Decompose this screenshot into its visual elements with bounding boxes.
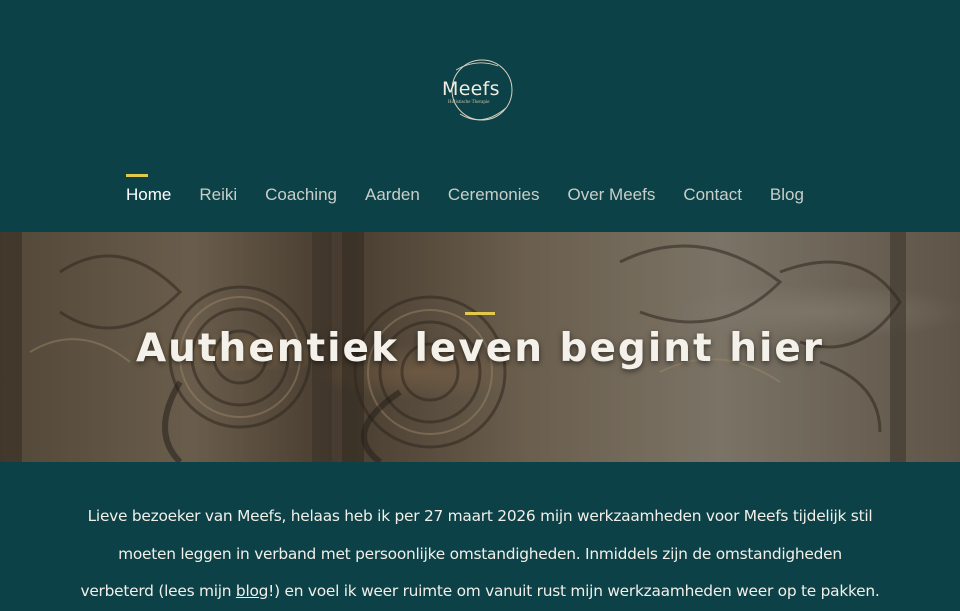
intro-line-3: verbeterd (lees mijn blog!) en voel ik w… <box>40 573 920 611</box>
nav-active-indicator <box>126 174 148 177</box>
nav-item-reiki[interactable]: Reiki <box>185 174 251 214</box>
intro-line-2: moeten leggen in verband met persoonlijk… <box>118 544 842 563</box>
nav-item-aarden[interactable]: Aarden <box>351 174 434 214</box>
nav-item-label: Aarden <box>364 185 420 204</box>
nav-item-label: Contact <box>683 185 742 204</box>
nav-item-coaching[interactable]: Coaching <box>251 174 351 214</box>
site-header: Meefs Holistische Therapie Home Reiki Co… <box>0 0 960 232</box>
intro-line-3-start: verbeterd (lees mijn <box>80 582 236 600</box>
nav-item-blog[interactable]: Blog <box>756 174 818 214</box>
nav-item-label: Coaching <box>265 185 337 204</box>
nav-item-label: Blog <box>769 185 804 204</box>
logo-name: Meefs <box>442 78 500 100</box>
nav-item-label: Over Meefs <box>567 185 656 204</box>
hero-accent-bar <box>465 312 495 315</box>
nav-item-label: Ceremonies <box>447 185 540 204</box>
intro-paragraph: Lieve bezoeker van Meefs, helaas heb ik … <box>40 498 920 611</box>
nav-item-contact[interactable]: Contact <box>669 174 756 214</box>
nav-item-ceremonies[interactable]: Ceremonies <box>434 174 554 214</box>
site-logo[interactable]: Meefs Holistische Therapie <box>436 56 524 126</box>
hero-banner: Authentiek leven begint hier <box>0 232 960 462</box>
nav-item-home[interactable]: Home <box>112 174 185 214</box>
nav-item-label: Reiki <box>199 185 238 204</box>
main-nav: Home Reiki Coaching Aarden Ceremonies Ov… <box>112 174 818 214</box>
nav-item-over-meefs[interactable]: Over Meefs <box>553 174 669 214</box>
blog-link[interactable]: blog <box>236 582 268 600</box>
intro-line-3-end: !) en voel ik weer ruimte om vanuit rust… <box>268 582 880 600</box>
intro-line-1: Lieve bezoeker van Meefs, helaas heb ik … <box>87 507 873 525</box>
intro-section: Lieve bezoeker van Meefs, helaas heb ik … <box>0 462 960 600</box>
nav-item-label: Home <box>126 185 172 204</box>
hero-title: Authentiek leven begint hier <box>135 326 825 371</box>
logo-tagline: Holistische Therapie <box>448 100 490 105</box>
